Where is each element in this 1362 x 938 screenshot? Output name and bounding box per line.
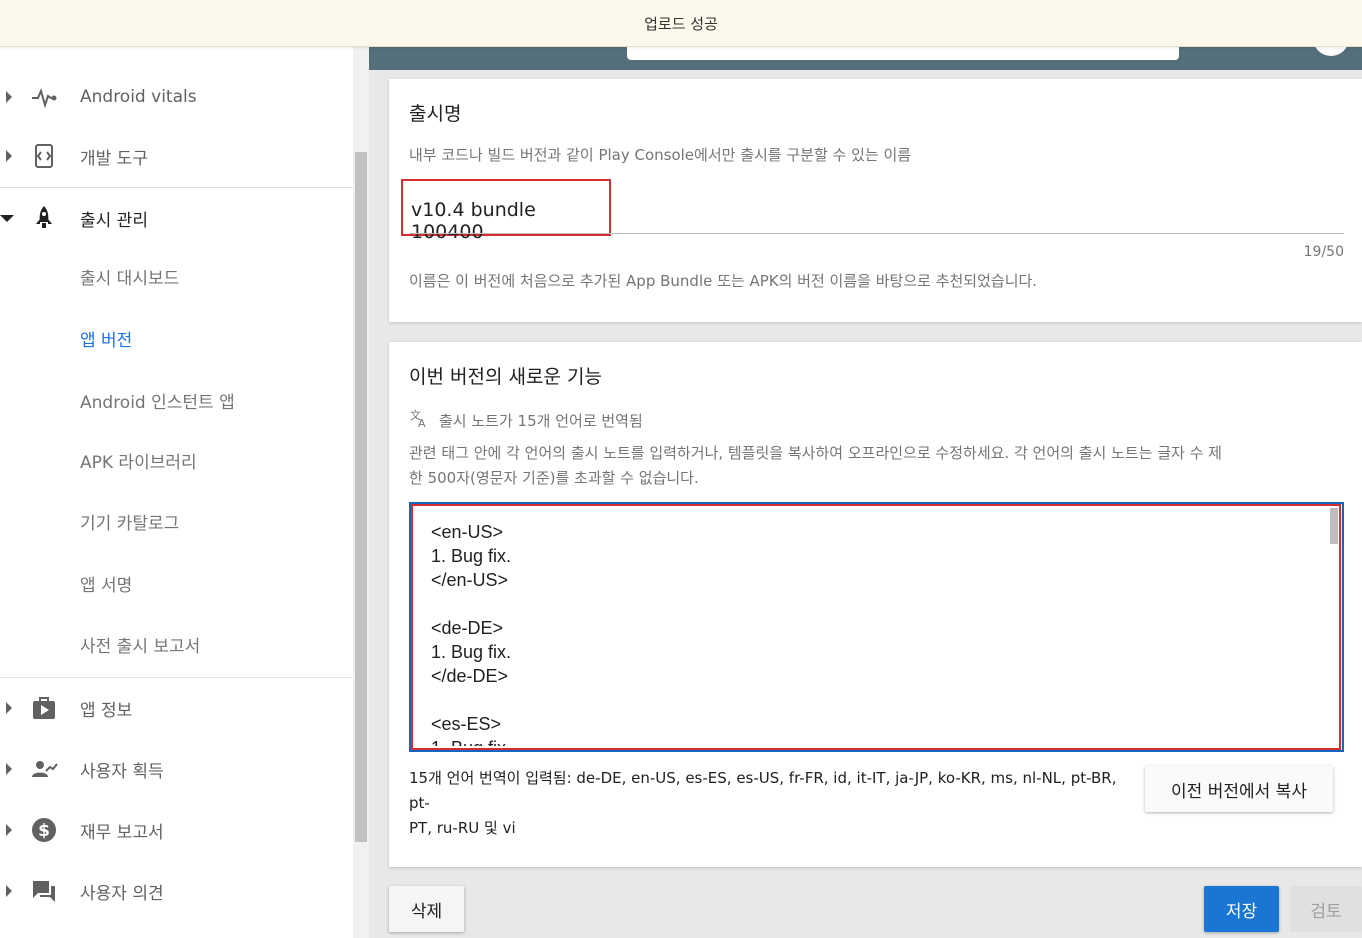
sidebar-subitem-instant-apps[interactable]: Android 인스턴트 앱 <box>80 388 235 418</box>
release-notes-instructions: 관련 태그 안에 각 언어의 출시 노트를 입력하거나, 템플릿을 복사하여 오… <box>409 441 1344 491</box>
translation-status: 文A 출시 노트가 15개 언어로 번역됨 <box>409 408 643 432</box>
sidebar-scrollbar[interactable] <box>353 0 369 938</box>
instructions-line: 관련 태그 안에 각 언어의 출시 노트를 입력하거나, 템플릿을 복사하여 오… <box>409 444 1222 462</box>
sidebar-item-label: 출시 관리 <box>80 210 148 231</box>
sidebar-subitem-app-releases[interactable]: 앱 버전 <box>80 326 132 356</box>
sidebar-item-android-vitals[interactable]: Android vitals <box>0 69 353 125</box>
sidebar-subitem-release-dashboard[interactable]: 출시 대시보드 <box>80 264 179 294</box>
upload-success-toast: 업로드 성공 <box>0 0 1362 47</box>
svg-text:A: A <box>418 417 426 428</box>
svg-text:$: $ <box>38 821 50 841</box>
release-name-card: 출시명 내부 코드나 빌드 버전과 같이 Play Console에서만 출시를… <box>389 79 1362 322</box>
release-notes-textarea[interactable]: <en-US> 1. Bug fix. </en-US> <de-DE> 1. … <box>409 502 1344 752</box>
sidebar-item-label: Android vitals <box>80 87 197 107</box>
sidebar-item-dev-tools[interactable]: 개발 도구 <box>0 128 353 184</box>
translate-icon: 文A <box>409 408 429 432</box>
expand-arrow-icon <box>4 884 14 898</box>
sidebar-item-label: 개발 도구 <box>80 148 148 169</box>
vitals-icon <box>30 83 58 111</box>
expand-arrow-icon <box>4 762 14 776</box>
delete-button[interactable]: 삭제 <box>389 886 464 932</box>
toast-message: 업로드 성공 <box>644 14 718 33</box>
feedback-icon <box>30 877 58 905</box>
sidebar-item-store-presence[interactable]: 앱 정보 <box>0 680 353 736</box>
dollar-icon: $ <box>30 816 58 844</box>
translation-status-text: 출시 노트가 15개 언어로 번역됨 <box>439 411 643 430</box>
sidebar-item-user-feedback[interactable]: 사용자 의견 <box>0 863 353 919</box>
sidebar-subitem-pre-launch-report[interactable]: 사전 출시 보고서 <box>80 632 200 662</box>
release-name-input[interactable]: v10.4 bundle 100400 <box>411 199 609 243</box>
textarea-scrollbar[interactable] <box>1330 508 1338 544</box>
sidebar-item-label: 재무 보고서 <box>80 822 164 843</box>
sidebar-item-release-management[interactable]: 출시 관리 <box>0 190 353 246</box>
sidebar-item-label: 사용자 획득 <box>80 761 164 782</box>
divider <box>0 677 353 678</box>
sidebar-item-label: 앱 정보 <box>80 700 133 721</box>
release-name-helper: 내부 코드나 빌드 버전과 같이 Play Console에서만 출시를 구분할… <box>409 146 912 164</box>
save-button[interactable]: 저장 <box>1204 886 1279 932</box>
card-title: 이번 버전의 새로운 기능 <box>409 366 602 388</box>
copy-from-previous-button[interactable]: 이전 버전에서 복사 <box>1145 766 1333 812</box>
review-button[interactable]: 검토 <box>1290 886 1362 932</box>
languages-line: PT, ru-RU 및 vi <box>409 819 516 837</box>
whats-new-card: 이번 버전의 새로운 기능 文A 출시 노트가 15개 언어로 번역됨 관련 태… <box>389 342 1362 867</box>
scrollbar-thumb[interactable] <box>355 152 367 842</box>
character-counter: 19/50 <box>1303 244 1344 260</box>
store-presence-icon <box>30 694 58 722</box>
divider <box>0 187 353 188</box>
sidebar-item-user-acquisition[interactable]: 사용자 획득 <box>0 741 353 797</box>
languages-line: 15개 언어 번역이 입력됨: de-DE, en-US, es-ES, es-… <box>409 769 1117 812</box>
expand-arrow-icon <box>4 701 14 715</box>
input-underline <box>409 233 1344 234</box>
card-title: 출시명 <box>409 103 462 125</box>
expand-arrow-icon <box>4 149 14 163</box>
languages-entered: 15개 언어 번역이 입력됨: de-DE, en-US, es-ES, es-… <box>409 766 1129 841</box>
sidebar-subitem-apk-library[interactable]: APK 라이브러리 <box>80 448 197 478</box>
release-name-suggestion: 이름은 이 버전에 처음으로 추가된 App Bundle 또는 APK의 버전… <box>409 272 1038 290</box>
release-notes-content[interactable]: <en-US> 1. Bug fix. </en-US> <de-DE> 1. … <box>431 520 1311 746</box>
sidebar-subitem-app-signing[interactable]: 앱 서명 <box>80 571 132 601</box>
sidebar-item-label: 사용자 의견 <box>80 883 164 904</box>
user-acquisition-icon <box>30 755 58 783</box>
expand-arrow-icon <box>4 90 14 104</box>
dev-tools-icon <box>30 142 58 170</box>
instructions-line: 한 500자(영문자 기준)를 초과할 수 없습니다. <box>409 469 699 487</box>
collapse-arrow-icon <box>0 211 14 225</box>
expand-arrow-icon <box>4 823 14 837</box>
sidebar: Android vitals 개발 도구 출시 관리 출시 대시보드 앱 버전 … <box>0 0 353 938</box>
sidebar-item-financial-reports[interactable]: $ 재무 보고서 <box>0 802 353 858</box>
sidebar-subitem-device-catalog[interactable]: 기기 카탈로그 <box>80 509 179 539</box>
rocket-icon <box>30 204 58 232</box>
release-name-field[interactable]: v10.4 bundle 100400 <box>401 179 611 243</box>
